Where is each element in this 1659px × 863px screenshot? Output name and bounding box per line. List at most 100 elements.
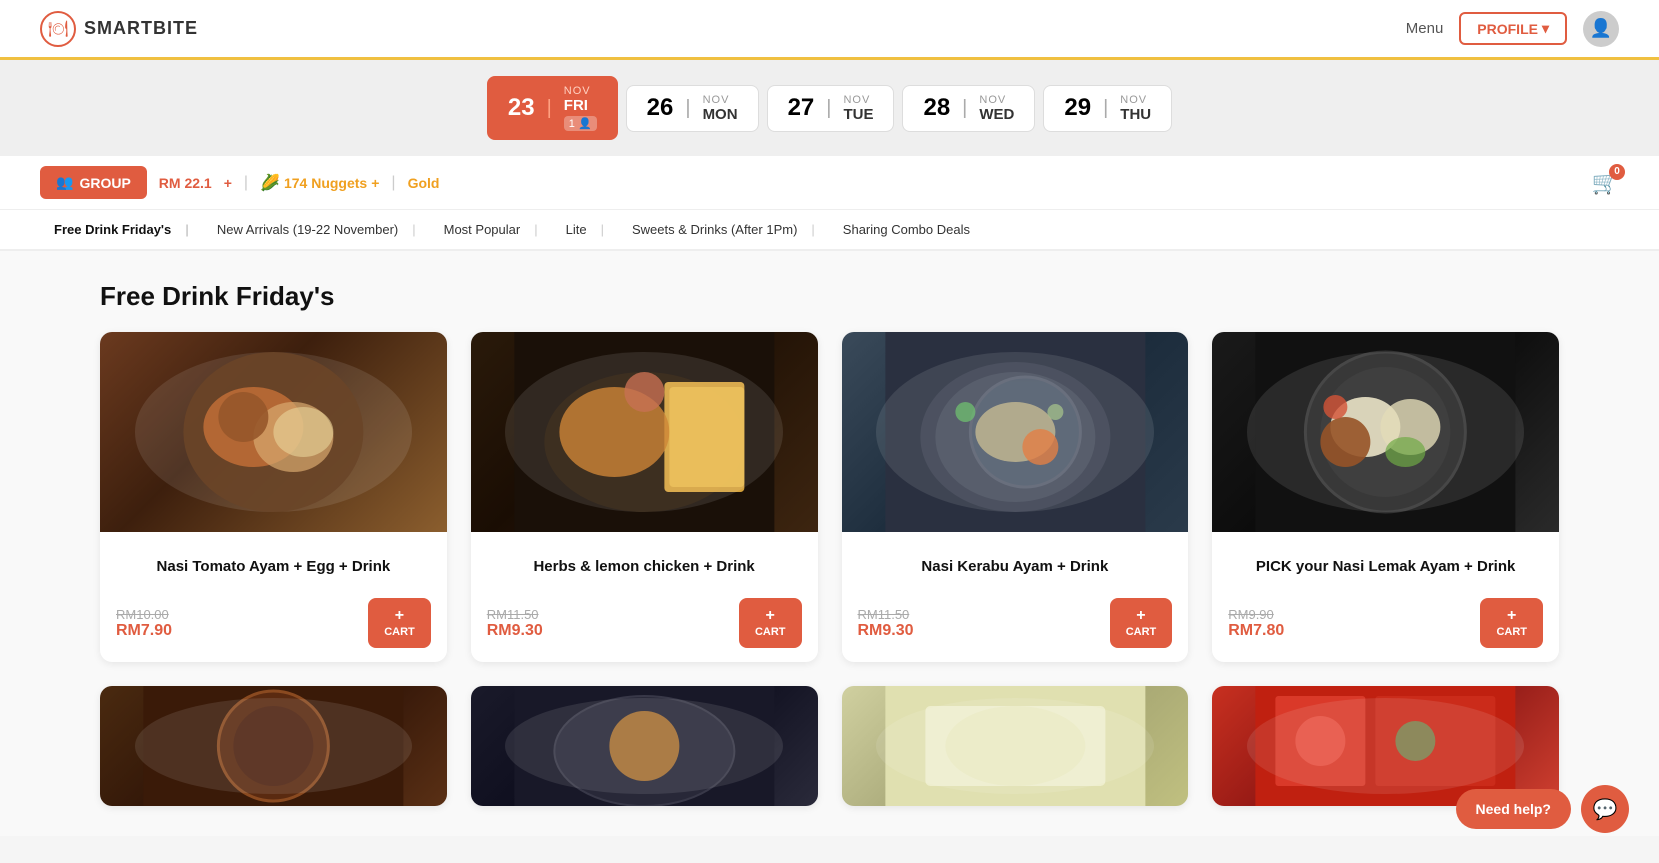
- date-item-wed[interactable]: 28 | NOV WED: [902, 85, 1035, 132]
- plus-icon-3: +: [1136, 608, 1145, 624]
- profile-label: PROFILE: [1477, 21, 1538, 37]
- date-item-thu[interactable]: 29 | NOV THU: [1043, 85, 1172, 132]
- product-info-3: Nasi Kerabu Ayam + Drink RM11.50 RM9.30 …: [842, 532, 1189, 662]
- profile-button[interactable]: PROFILE ▾: [1459, 12, 1567, 45]
- date-month-wed: NOV: [979, 94, 1014, 106]
- tab-sharing-combo[interactable]: Sharing Combo Deals: [829, 222, 984, 237]
- product-name-1: Nasi Tomato Ayam + Egg + Drink: [116, 546, 431, 586]
- product-card-3: Nasi Kerabu Ayam + Drink RM11.50 RM9.30 …: [842, 332, 1189, 662]
- date-bar: 23 | NOV FRI 1 👤 26 | NOV MON 27 | NOV T…: [0, 60, 1659, 156]
- day-name-tue: TUE: [843, 106, 873, 123]
- product-grid-row1: Nasi Tomato Ayam + Egg + Drink RM10.00 R…: [100, 332, 1559, 662]
- date-month-fri: NOV: [564, 85, 597, 97]
- nugget-icon: 🌽: [260, 173, 280, 193]
- cart-button[interactable]: 🛒 0: [1592, 170, 1619, 196]
- product-grid-row2: [100, 686, 1559, 806]
- chat-button[interactable]: 💬: [1581, 785, 1629, 833]
- main-content: Free Drink Friday's Nasi Tomato Ayam + E…: [0, 251, 1659, 836]
- product-info-4: PICK your Nasi Lemak Ayam + Drink RM9.90…: [1212, 532, 1559, 662]
- date-item-mon[interactable]: 26 | NOV MON: [626, 85, 759, 132]
- info-bar: 👥 GROUP RM 22.1 + | 🌽 174 Nuggets + | Go…: [0, 156, 1659, 210]
- sale-price-3: RM9.30: [858, 622, 914, 640]
- add-cart-button-2[interactable]: + CART: [739, 598, 802, 648]
- sale-price-4: RM7.80: [1228, 622, 1284, 640]
- group-button[interactable]: 👥 GROUP: [40, 166, 147, 199]
- product-footer-1: RM10.00 RM7.90 + CART: [116, 598, 431, 648]
- group-icon: 👥: [56, 174, 73, 191]
- date-month-tue: NOV: [843, 94, 873, 106]
- day-name-mon: MON: [703, 106, 738, 123]
- avatar[interactable]: 👤: [1583, 11, 1619, 47]
- tab-lite[interactable]: Lite: [552, 222, 618, 237]
- original-price-1: RM10.00: [116, 607, 172, 622]
- tab-new-arrivals[interactable]: New Arrivals (19-22 November): [203, 222, 430, 237]
- nuggets-area: 🌽 174 Nuggets +: [260, 173, 379, 193]
- product-info-2: Herbs & lemon chicken + Drink RM11.50 RM…: [471, 532, 818, 662]
- date-month-thu: NOV: [1120, 94, 1151, 106]
- product-image-7: [842, 686, 1189, 806]
- food-visual-1: [100, 332, 447, 532]
- add-cart-button-3[interactable]: + CART: [1110, 598, 1173, 648]
- tab-most-popular[interactable]: Most Popular: [430, 222, 552, 237]
- product-image-1: [100, 332, 447, 532]
- avatar-icon: 👤: [1590, 18, 1612, 39]
- date-num-fri: 23: [508, 94, 535, 122]
- help-area: Need help? 💬: [1456, 785, 1629, 833]
- product-card-6[interactable]: [471, 686, 818, 806]
- original-price-2: RM11.50: [487, 607, 543, 622]
- logo-text: SMARTBITE: [84, 18, 198, 39]
- menu-link[interactable]: Menu: [1406, 20, 1444, 37]
- cart-label-4: CART: [1496, 626, 1527, 638]
- need-help-button[interactable]: Need help?: [1456, 789, 1571, 829]
- product-info-1: Nasi Tomato Ayam + Egg + Drink RM10.00 R…: [100, 532, 447, 662]
- product-footer-3: RM11.50 RM9.30 + CART: [858, 598, 1173, 648]
- original-price-3: RM11.50: [858, 607, 914, 622]
- product-card-5[interactable]: [100, 686, 447, 806]
- product-card-7[interactable]: [842, 686, 1189, 806]
- plus-icon-2: +: [766, 608, 775, 624]
- sale-price-2: RM9.30: [487, 622, 543, 640]
- date-num-tue: 27: [788, 94, 815, 122]
- product-image-6: [471, 686, 818, 806]
- section-title: Free Drink Friday's: [100, 281, 1559, 312]
- gold-label: Gold: [408, 175, 440, 191]
- product-card-4: PICK your Nasi Lemak Ayam + Drink RM9.90…: [1212, 332, 1559, 662]
- product-image-4: [1212, 332, 1559, 532]
- tab-free-drink-fridays[interactable]: Free Drink Friday's: [40, 222, 203, 237]
- header: 🍽 SMARTBITE Menu PROFILE ▾ 👤: [0, 0, 1659, 60]
- price-area-3: RM11.50 RM9.30: [858, 607, 914, 640]
- chat-icon: 💬: [1593, 797, 1618, 822]
- header-right: Menu PROFILE ▾ 👤: [1406, 11, 1619, 47]
- date-item-fri[interactable]: 23 | NOV FRI 1 👤: [487, 76, 618, 140]
- separator-1: |: [244, 174, 248, 192]
- original-price-4: RM9.90: [1228, 607, 1284, 622]
- person-badge: 1 👤: [564, 116, 597, 131]
- rm-amount: RM 22.1: [159, 175, 212, 191]
- logo-icon: 🍽: [40, 11, 76, 47]
- nav-tabs: Free Drink Friday's New Arrivals (19-22 …: [0, 210, 1659, 251]
- add-cart-button-1[interactable]: + CART: [368, 598, 431, 648]
- price-area-1: RM10.00 RM7.90: [116, 607, 172, 640]
- date-num-wed: 28: [923, 94, 950, 122]
- nuggets-count: 174 Nuggets: [284, 175, 367, 191]
- tab-sweets-drinks[interactable]: Sweets & Drinks (After 1Pm): [618, 222, 829, 237]
- food-visual-6: [471, 686, 818, 806]
- date-num-thu: 29: [1064, 94, 1091, 122]
- product-name-4: PICK your Nasi Lemak Ayam + Drink: [1228, 546, 1543, 586]
- sale-price-1: RM7.90: [116, 622, 172, 640]
- logo-area: 🍽 SMARTBITE: [40, 11, 198, 47]
- product-image-2: [471, 332, 818, 532]
- day-name-fri: FRI: [564, 97, 597, 114]
- date-item-tue[interactable]: 27 | NOV TUE: [767, 85, 895, 132]
- food-visual-7: [842, 686, 1189, 806]
- day-name-thu: THU: [1120, 106, 1151, 123]
- date-month-mon: NOV: [703, 94, 738, 106]
- product-name-2: Herbs & lemon chicken + Drink: [487, 546, 802, 586]
- product-image-3: [842, 332, 1189, 532]
- product-image-5: [100, 686, 447, 806]
- cart-label-1: CART: [384, 626, 415, 638]
- plus-icon-4: +: [1507, 608, 1516, 624]
- add-cart-button-4[interactable]: + CART: [1480, 598, 1543, 648]
- nuggets-plus: +: [371, 175, 379, 191]
- food-visual-3: [842, 332, 1189, 532]
